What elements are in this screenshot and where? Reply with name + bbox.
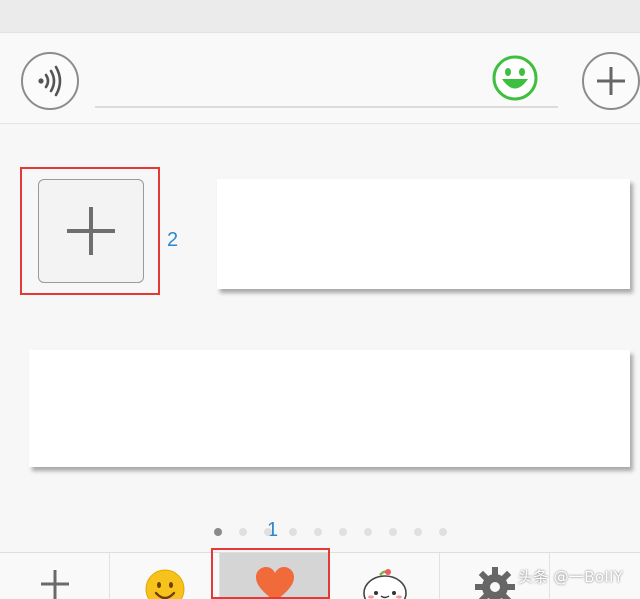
yellow-smiley-icon (145, 569, 184, 599)
voice-button[interactable] (21, 52, 79, 110)
page-dot[interactable] (364, 528, 372, 536)
voice-wave-icon (38, 65, 62, 97)
emoji-button[interactable] (491, 54, 539, 102)
page-dot[interactable] (389, 528, 397, 536)
annotation-number-2: 2 (167, 229, 179, 251)
gear-icon (474, 567, 515, 599)
status-strip (0, 0, 640, 33)
input-bar (0, 34, 640, 124)
page-dot[interactable] (289, 528, 297, 536)
page-indicator (214, 528, 447, 536)
sticker-panel: 2 (0, 125, 640, 552)
nav-emoji-tab[interactable] (110, 553, 220, 599)
plus-icon (40, 570, 69, 599)
page-dot[interactable] (314, 528, 322, 536)
nav-sticker-tab[interactable] (330, 553, 440, 599)
page-dot[interactable] (439, 528, 447, 536)
sticker-card[interactable] (217, 179, 630, 289)
page-dot[interactable] (414, 528, 422, 536)
message-input[interactable] (95, 58, 558, 108)
green-smile-emoji-icon (492, 55, 538, 101)
add-button[interactable] (582, 52, 640, 110)
highlight-box-favorites-tab (211, 548, 330, 599)
watermark: 头条 @一BoIIY (518, 568, 624, 586)
page-dot-active[interactable] (214, 528, 222, 536)
plus-circle-icon (597, 67, 625, 95)
sticker-card[interactable] (29, 350, 630, 467)
highlight-box-add-tile (20, 167, 160, 295)
nav-add-tab[interactable] (0, 553, 110, 599)
page-dot[interactable] (339, 528, 347, 536)
sticker-face-icon (362, 569, 407, 599)
page-dot[interactable] (264, 528, 272, 536)
page-dot[interactable] (239, 528, 247, 536)
